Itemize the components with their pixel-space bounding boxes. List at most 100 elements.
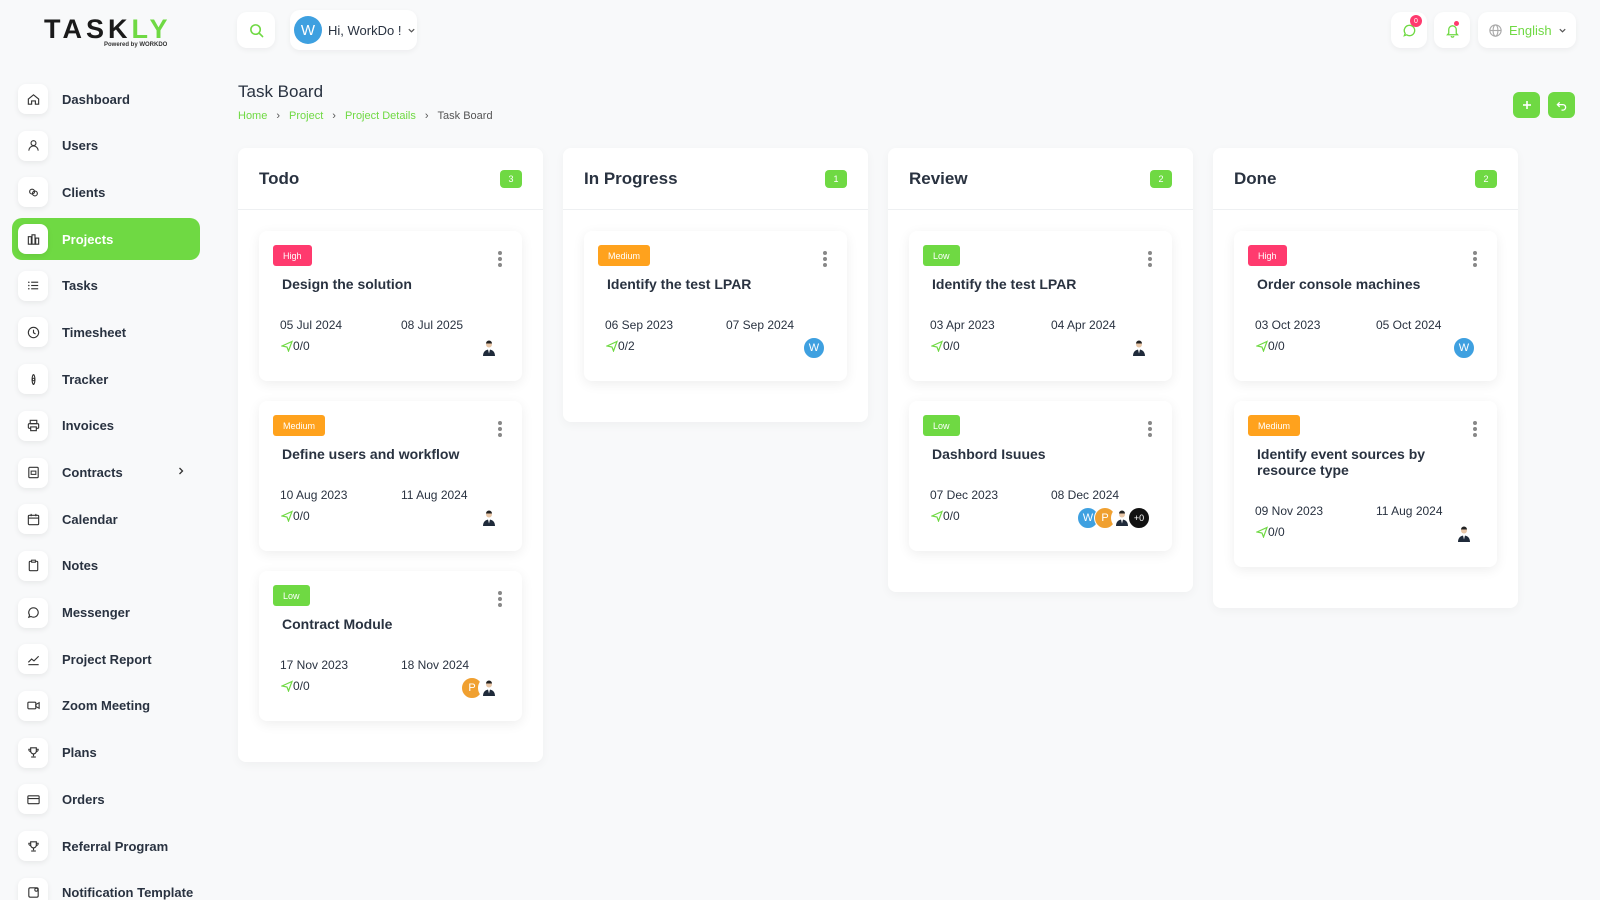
more-options-icon[interactable] <box>1148 251 1152 269</box>
subtask-progress: 0/0 <box>281 339 310 353</box>
task-card[interactable]: High Order console machines 03 Oct 2023 05 … <box>1234 231 1497 381</box>
sidebar-item-notification-template[interactable]: Notification Template <box>12 872 200 900</box>
breadcrumb-separator: › <box>276 110 281 122</box>
clock-icon <box>18 317 48 348</box>
brand-name-b: LY <box>131 14 172 44</box>
task-card[interactable]: High Design the solution 05 Jul 2024 08 Jul… <box>259 231 522 381</box>
person-avatar-icon <box>483 680 495 696</box>
sidebar-item-tasks[interactable]: Tasks <box>12 265 200 307</box>
sidebar-item-label: Notification Template <box>62 885 194 900</box>
sidebar-item-label: Contracts <box>62 465 123 480</box>
more-options-icon[interactable] <box>498 421 502 439</box>
more-options-icon[interactable] <box>1473 421 1477 439</box>
sidebar-item-calendar[interactable]: Calendar <box>12 498 200 540</box>
avatar-person-icon[interactable] <box>1128 337 1150 359</box>
subtask-progress: 0/0 <box>281 679 310 693</box>
language-label: English <box>1509 22 1552 38</box>
priority-badge: Low <box>923 245 960 266</box>
sidebar-item-invoices[interactable]: Invoices <box>12 405 200 447</box>
column-count-badge: 1 <box>825 169 847 188</box>
sidebar-item-messenger[interactable]: Messenger <box>12 592 200 634</box>
end-date: 18 Nov 2024 <box>401 658 470 672</box>
sidebar-nav: Dashboard Users Clients Projects Tasks Timesh… <box>12 78 200 900</box>
messages-button[interactable]: 0 <box>1391 12 1427 48</box>
sidebar-item-label: Dashboard <box>62 91 130 107</box>
clipboard-icon <box>18 550 48 581</box>
more-options-icon[interactable] <box>1148 421 1152 439</box>
task-card[interactable]: Medium Define users and workflow 10 Aug 20… <box>259 401 522 551</box>
sidebar-item-label: Projects <box>62 231 114 247</box>
priority-badge: High <box>273 245 312 266</box>
task-card[interactable]: Medium Identify the test LPAR 06 Sep 2023 0… <box>584 231 847 381</box>
notifications-button[interactable] <box>1434 12 1470 48</box>
more-options-icon[interactable] <box>1473 251 1477 269</box>
chat-icon <box>18 597 48 628</box>
task-card[interactable]: Medium Identify event sources by resource… <box>1234 401 1497 567</box>
task-title: Define users and workflow <box>282 446 460 462</box>
task-card[interactable]: Low Dashbord Isuues 07 Dec 2023 08 Dec 2024… <box>909 401 1172 551</box>
sidebar-item-tracker[interactable]: Tracker <box>12 358 200 400</box>
sidebar-item-timesheet[interactable]: Timesheet <box>12 311 200 353</box>
avatar-more[interactable]: +0 <box>1128 507 1150 529</box>
search-button[interactable] <box>237 12 275 48</box>
breadcrumb-separator: › <box>424 110 429 122</box>
sidebar-item-project-report[interactable]: Project Report <box>12 638 200 680</box>
breadcrumb-home[interactable]: Home <box>238 110 267 122</box>
user-avatar: W <box>294 16 322 44</box>
calendar-icon <box>18 504 48 535</box>
return-icon <box>1556 101 1567 111</box>
chevron-down-icon <box>1559 28 1566 33</box>
breadcrumb-project-details[interactable]: Project Details <box>345 110 416 122</box>
sidebar-item-projects[interactable]: Projects <box>12 218 200 261</box>
contract-icon <box>18 457 48 488</box>
sidebar-item-referral-program[interactable]: Referral Program <box>12 825 200 867</box>
sidebar-item-zoom-meeting[interactable]: Zoom Meeting <box>12 685 200 727</box>
breadcrumb-current: Task Board <box>437 110 493 122</box>
start-date: 03 Oct 2023 <box>1255 318 1321 332</box>
more-options-icon[interactable] <box>498 251 502 269</box>
board-column-review: Review 2 Low Identify the test LPAR 03 Apr 2… <box>888 148 1193 592</box>
subtask-progress: 0/0 <box>1256 339 1285 353</box>
end-date: 08 Dec 2024 <box>1051 488 1120 502</box>
user-menu[interactable]: W Hi, WorkDo ! <box>290 10 417 50</box>
avatar-w[interactable]: W <box>1453 337 1475 359</box>
avatar-person-icon[interactable] <box>478 677 500 699</box>
brand-logo[interactable]: TASKLY Powered by WORKDO <box>44 14 174 52</box>
more-options-icon[interactable] <box>498 591 502 609</box>
search-icon <box>249 23 263 37</box>
more-options-icon[interactable] <box>823 251 827 269</box>
priority-badge: High <box>1248 245 1287 266</box>
sidebar-item-label: Clients <box>62 184 106 200</box>
task-title: Identify the test LPAR <box>607 276 752 292</box>
avatar-person-icon[interactable] <box>478 337 500 359</box>
avatar-person-icon[interactable] <box>478 507 500 529</box>
add-task-button[interactable] <box>1513 92 1540 118</box>
subtask-progress: 0/0 <box>931 509 960 523</box>
subtask-progress: 0/2 <box>606 339 635 353</box>
sidebar-item-users[interactable]: Users <box>12 125 200 167</box>
sidebar-item-plans[interactable]: Plans <box>12 732 200 774</box>
assignee-avatars: P <box>461 677 500 699</box>
card-list: High Design the solution 05 Jul 2024 08 Jul… <box>238 210 543 721</box>
send-icon <box>1256 526 1268 538</box>
assignee-avatars: W P +0 <box>1077 507 1150 529</box>
language-selector[interactable]: English <box>1478 12 1576 48</box>
card-icon <box>18 784 48 815</box>
column-count-badge: 2 <box>1150 169 1172 188</box>
printer-icon <box>18 410 48 441</box>
priority-badge: Medium <box>598 245 651 266</box>
sidebar-item-dashboard[interactable]: Dashboard <box>12 78 200 120</box>
sidebar-item-contracts[interactable]: Contracts <box>12 452 200 494</box>
sidebar-item-notes[interactable]: Notes <box>12 545 200 587</box>
assignee-avatars <box>1128 337 1150 359</box>
sidebar-item-clients[interactable]: Clients <box>12 171 200 213</box>
breadcrumb-project[interactable]: Project <box>289 110 323 122</box>
back-button[interactable] <box>1548 92 1575 118</box>
task-card[interactable]: Low Identify the test LPAR 03 Apr 2023 04 A… <box>909 231 1172 381</box>
sidebar-item-orders[interactable]: Orders <box>12 778 200 820</box>
task-card[interactable]: Low Contract Module 17 Nov 2023 18 Nov 2024… <box>259 571 522 721</box>
avatar-person-icon[interactable] <box>1453 523 1475 545</box>
tracker-icon <box>18 364 48 395</box>
avatar-w[interactable]: W <box>803 337 825 359</box>
start-date: 07 Dec 2023 <box>930 488 999 502</box>
